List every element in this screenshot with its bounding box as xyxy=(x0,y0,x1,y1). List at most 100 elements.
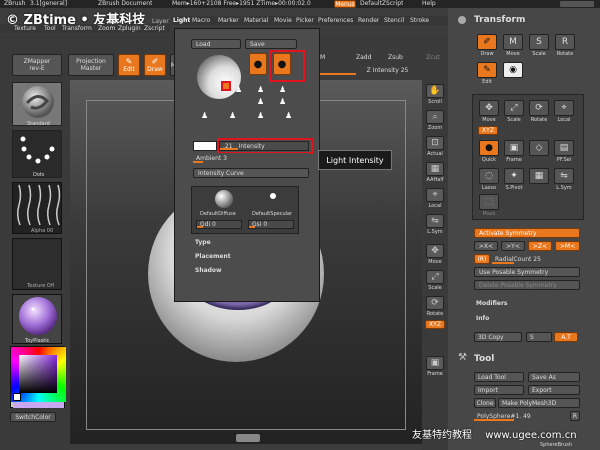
transform-local-button[interactable]: ⌖ Local xyxy=(553,100,575,124)
menu-tool[interactable]: Tool xyxy=(44,25,56,32)
delete-posable-symmetry-button[interactable]: Delete Posable Symmetry xyxy=(474,280,580,290)
transform-spivot-button[interactable]: ✦ S.Pivot xyxy=(503,168,525,192)
axis-z-button[interactable]: >Z< xyxy=(528,241,552,251)
stroke-dots-button[interactable]: Dots xyxy=(12,130,62,178)
switch-color-button[interactable]: SwitchColor xyxy=(10,412,56,422)
light-color-swatch[interactable] xyxy=(193,141,217,151)
transform-pfsel-button[interactable]: ▤ PF.Sel xyxy=(553,140,575,164)
transform-lsym-button[interactable]: ⇋ L.Sym xyxy=(553,168,575,192)
transform-scale2-button[interactable]: ⤢ Scale xyxy=(503,100,525,124)
light-bulb-7-icon[interactable]: ♟ xyxy=(279,97,286,106)
transform-cube-button[interactable]: ◇ xyxy=(528,140,550,164)
clone-button[interactable]: Clone xyxy=(474,398,496,408)
light-bulb-5-icon[interactable]: ♟ xyxy=(235,85,242,94)
zadd-button[interactable]: Zadd xyxy=(356,54,371,61)
menu-zplugin[interactable]: Zplugin xyxy=(118,25,141,32)
menu-stencil[interactable]: Stencil xyxy=(384,17,404,24)
menu-transform[interactable]: Transform xyxy=(62,25,92,32)
tool-r-button[interactable]: R xyxy=(570,411,580,421)
light-bulb-6-icon[interactable]: ♟ xyxy=(257,97,264,106)
menu-render[interactable]: Render xyxy=(358,17,379,24)
menu-zscript[interactable]: Zscript xyxy=(144,25,165,32)
placement-subpanel[interactable]: Placement xyxy=(195,253,231,260)
ambient-slider[interactable]: Ambient 3 xyxy=(193,153,309,163)
color-picker[interactable] xyxy=(10,346,66,408)
projection-master-button[interactable]: Projection Master xyxy=(68,54,114,76)
export-button[interactable]: Export xyxy=(528,385,580,395)
transform-snapshot-button[interactable]: ◉ xyxy=(502,62,524,86)
menu-layer[interactable]: Layer xyxy=(152,18,169,25)
help-button[interactable]: Help xyxy=(422,0,436,7)
menu-material[interactable]: Material xyxy=(244,17,268,24)
3d-copy-button[interactable]: 3D Copy xyxy=(474,332,522,342)
primary-color-swatch[interactable] xyxy=(13,402,64,408)
menu-picker[interactable]: Picker xyxy=(296,17,314,24)
scroll-button[interactable]: ✋ Scroll xyxy=(425,84,445,106)
lsym-button[interactable]: ⇋ L.Sym xyxy=(425,214,445,236)
menu-movie[interactable]: Movie xyxy=(274,17,292,24)
transform-mask-button[interactable]: ⬚ Mask xyxy=(478,194,500,218)
menus-button[interactable]: Menus xyxy=(334,0,356,8)
window-controls-icon[interactable] xyxy=(560,1,594,7)
z-intensity-slider[interactable]: Z Intensity 25 xyxy=(316,66,456,75)
menu-stroke[interactable]: Stroke xyxy=(410,17,429,24)
radial-count-slider[interactable]: RadialCount 25 xyxy=(492,254,580,264)
make-polymesh-button[interactable]: Make PolyMesh3D xyxy=(498,398,580,408)
frame-strip-button[interactable]: ▣ Frame xyxy=(425,356,445,378)
activate-symmetry-button[interactable]: Activate Symmetry xyxy=(474,228,580,238)
brush-standard-button[interactable]: Standard xyxy=(12,82,62,127)
rotate-strip-button[interactable]: ⟳ Rotate xyxy=(425,296,445,318)
save-as-button[interactable]: Save As xyxy=(528,372,580,382)
light-bulb-8-icon[interactable]: ♟ xyxy=(201,111,208,120)
transform-draw-button[interactable]: ✐ Draw xyxy=(476,34,498,58)
move-strip-button[interactable]: ✥ Move xyxy=(425,244,445,266)
diffuse-sphere-icon[interactable] xyxy=(214,189,234,209)
transform-edit-button[interactable]: ✎ Edit xyxy=(476,62,498,86)
modifiers-subpanel[interactable]: Modifiers xyxy=(476,300,508,307)
zsub-button[interactable]: Zsub xyxy=(388,54,403,61)
menu-preferences[interactable]: Preferences xyxy=(318,17,353,24)
menu-marker[interactable]: Marker xyxy=(218,17,239,24)
axis-m-button[interactable]: >M< xyxy=(555,241,580,251)
transform-frame-button[interactable]: ▣ Frame xyxy=(503,140,525,164)
menu-light[interactable]: Light xyxy=(173,17,190,24)
transform-move2-button[interactable]: ✥ Move xyxy=(478,100,500,124)
menu-texture[interactable]: Texture xyxy=(14,25,36,32)
type-subpanel[interactable]: Type xyxy=(195,239,211,246)
transform-move-button[interactable]: M Move xyxy=(502,34,524,58)
gsi-slider[interactable]: Gsi 0 xyxy=(248,220,294,229)
transform-grid-button[interactable]: ▦ xyxy=(528,168,550,192)
transform-rotate-button[interactable]: R Rotate xyxy=(554,34,576,58)
at-button[interactable]: A.T xyxy=(554,332,578,342)
texture-button[interactable]: Texture Off xyxy=(12,238,62,290)
menu-macro[interactable]: Macro xyxy=(192,17,210,24)
light-bulb-10-icon[interactable]: ♟ xyxy=(257,111,264,120)
transform-lasso-button[interactable]: ◌ Lasso xyxy=(478,168,500,192)
xyz-strip-button[interactable]: XYZ xyxy=(425,320,445,329)
light-bulb-4-icon[interactable]: ♟ xyxy=(279,85,286,94)
material-button[interactable]: ToyPlastic xyxy=(12,294,62,344)
alpha-button[interactable]: Alpha 00 xyxy=(12,182,62,234)
shadow-subpanel[interactable]: Shadow xyxy=(195,267,222,274)
menu-zoom[interactable]: Zoom xyxy=(98,25,115,32)
radial-r-button[interactable]: (R) xyxy=(474,254,490,264)
canvas-scroll-handle[interactable] xyxy=(236,434,260,442)
light-load-button[interactable]: Load xyxy=(191,39,241,49)
load-tool-button[interactable]: Load Tool xyxy=(474,372,524,382)
gdi-slider[interactable]: Gdi 0 xyxy=(196,220,242,229)
light-bulb-9-icon[interactable]: ♟ xyxy=(229,111,236,120)
use-posable-symmetry-button[interactable]: Use Posable Symmetry xyxy=(474,267,580,277)
import-button[interactable]: Import xyxy=(474,385,524,395)
current-tool-slider[interactable]: PolySphere#1. 49 xyxy=(474,411,568,421)
light-position-marker[interactable] xyxy=(221,81,231,91)
script-button[interactable]: DefaultZScript xyxy=(360,0,403,7)
light-bulb-1-button[interactable]: ● xyxy=(249,53,267,75)
transform-rotate2-button[interactable]: ⟳ Rotate xyxy=(528,100,550,124)
s-button[interactable]: S xyxy=(526,332,552,342)
axis-y-button[interactable]: >Y< xyxy=(501,241,525,251)
zoom-button[interactable]: ⌕ Zoom xyxy=(425,110,445,132)
info-subpanel[interactable]: Info xyxy=(476,315,489,322)
local-button[interactable]: ⌖ Local xyxy=(425,188,445,210)
zcut-button[interactable]: Zcut xyxy=(426,54,440,61)
zmapper-button[interactable]: ZMapper rev-E xyxy=(12,54,62,76)
